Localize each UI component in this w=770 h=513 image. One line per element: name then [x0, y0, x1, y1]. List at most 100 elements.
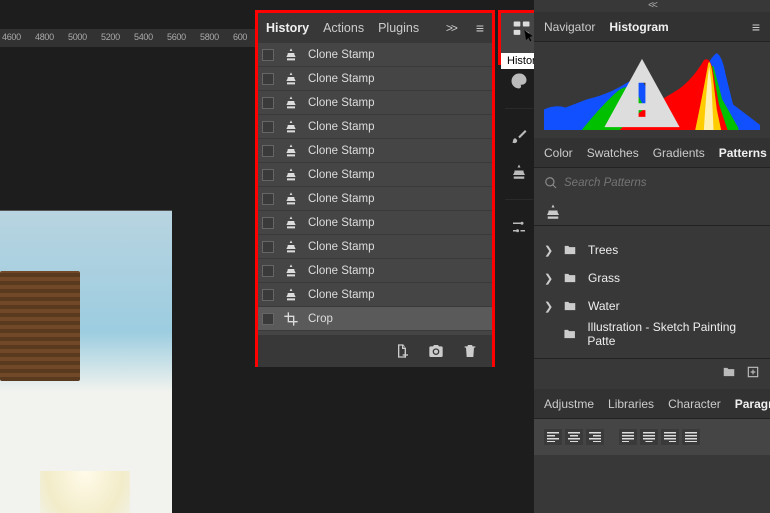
tab-actions[interactable]: Actions — [323, 21, 364, 35]
align-left-button[interactable] — [544, 429, 562, 445]
history-row[interactable]: Clone Stamp — [258, 283, 492, 307]
adjustments-panel-icon[interactable] — [510, 218, 528, 236]
tab-patterns[interactable]: Patterns — [719, 146, 767, 160]
pattern-group-item[interactable]: ❯Illustration - Sketch Painting Patte — [544, 320, 760, 348]
history-row[interactable]: Clone Stamp — [258, 235, 492, 259]
history-row-label: Clone Stamp — [308, 121, 374, 133]
pattern-search-input[interactable] — [564, 177, 760, 189]
cached-data-warning-icon[interactable] — [524, 52, 760, 134]
tab-gradients[interactable]: Gradients — [653, 146, 705, 160]
history-checkbox[interactable] — [262, 313, 274, 325]
delete-icon[interactable] — [462, 343, 478, 359]
clone-stamp-icon — [282, 214, 300, 232]
clone-stamp-icon — [282, 70, 300, 88]
ruler-mark: 4600 — [2, 32, 21, 42]
ruler-mark: 5000 — [68, 32, 87, 42]
justify-last-right-button[interactable] — [661, 429, 679, 445]
history-checkbox[interactable] — [262, 121, 274, 133]
justify-all-button[interactable] — [682, 429, 700, 445]
pattern-stamp-icon[interactable] — [544, 203, 562, 221]
crop-icon — [282, 310, 300, 328]
chevron-right-icon: ❯ — [544, 272, 552, 285]
history-row[interactable]: Clone Stamp — [258, 187, 492, 211]
history-panel-icon[interactable] — [512, 19, 532, 39]
history-row[interactable]: Clone Stamp — [258, 115, 492, 139]
more-tabs-icon[interactable]: >> — [446, 21, 456, 35]
pattern-group-item[interactable]: ❯Trees — [544, 236, 760, 264]
ruler: 4600 4800 5000 5200 5400 5600 5800 600 — [0, 29, 255, 47]
align-center-button[interactable] — [565, 429, 583, 445]
history-checkbox[interactable] — [262, 145, 274, 157]
history-row[interactable]: Clone Stamp — [258, 163, 492, 187]
new-group-icon[interactable] — [722, 365, 736, 379]
history-row[interactable]: Clone Stamp — [258, 67, 492, 91]
histogram-display — [534, 42, 770, 138]
tab-character[interactable]: Character — [668, 397, 721, 411]
history-list[interactable]: Clone StampClone StampClone StampClone S… — [258, 43, 492, 335]
history-row[interactable]: Clone Stamp — [258, 43, 492, 67]
tab-swatches[interactable]: Swatches — [587, 146, 639, 160]
ruler-mark: 5800 — [200, 32, 219, 42]
history-footer — [258, 335, 492, 367]
history-checkbox[interactable] — [262, 97, 274, 109]
bottom-tabs: Adjustme Libraries Character Paragraph — [534, 389, 770, 419]
new-document-from-state-icon[interactable] — [394, 343, 410, 359]
tab-libraries[interactable]: Libraries — [608, 397, 654, 411]
pattern-groups-list: ❯Trees❯Grass❯Water❯Illustration - Sketch… — [534, 226, 770, 358]
clone-stamp-icon — [282, 142, 300, 160]
document-canvas[interactable] — [0, 210, 172, 513]
history-checkbox[interactable] — [262, 193, 274, 205]
justify-last-center-button[interactable] — [640, 429, 658, 445]
ruler-mark: 5400 — [134, 32, 153, 42]
color-swatches-tabs: Color Swatches Gradients Patterns — [534, 138, 770, 168]
panel-menu-icon[interactable]: ≡ — [476, 20, 484, 36]
history-row-label: Clone Stamp — [308, 265, 374, 277]
history-checkbox[interactable] — [262, 217, 274, 229]
pattern-search-row — [534, 168, 770, 198]
tab-histogram[interactable]: Histogram — [609, 20, 668, 34]
history-row[interactable]: Clone Stamp — [258, 91, 492, 115]
history-row-label: Clone Stamp — [308, 73, 374, 85]
collapse-arrows-icon[interactable]: << — [534, 0, 770, 12]
tab-color[interactable]: Color — [544, 146, 573, 160]
pattern-group-item[interactable]: ❯Water — [544, 292, 760, 320]
navigator-histogram-tabs: Navigator Histogram ≡ — [534, 12, 770, 42]
ruler-mark: 600 — [233, 32, 247, 42]
clone-stamp-icon — [282, 262, 300, 280]
tab-adjustments[interactable]: Adjustme — [544, 397, 594, 411]
clone-stamp-icon — [282, 118, 300, 136]
justify-last-left-button[interactable] — [619, 429, 637, 445]
history-checkbox[interactable] — [262, 289, 274, 301]
search-icon — [544, 176, 558, 190]
clone-stamp-icon — [282, 238, 300, 256]
history-checkbox[interactable] — [262, 265, 274, 277]
history-row[interactable]: Clone Stamp — [258, 211, 492, 235]
tab-plugins[interactable]: Plugins — [378, 21, 419, 35]
history-row-label: Clone Stamp — [308, 241, 374, 253]
tab-history[interactable]: History — [266, 21, 309, 35]
history-row[interactable]: Clone Stamp — [258, 259, 492, 283]
panel-menu-icon[interactable]: ≡ — [752, 19, 760, 35]
clone-source-panel-icon[interactable] — [510, 163, 528, 181]
history-row[interactable]: Crop — [258, 307, 492, 331]
new-pattern-icon[interactable] — [746, 365, 760, 379]
clone-stamp-icon — [282, 46, 300, 64]
history-checkbox[interactable] — [262, 49, 274, 61]
tab-paragraph[interactable]: Paragraph — [735, 397, 770, 411]
clone-stamp-icon — [282, 190, 300, 208]
history-checkbox[interactable] — [262, 169, 274, 181]
chevron-right-icon: ❯ — [544, 244, 552, 257]
history-panel: History Actions Plugins >> ≡ Clone Stamp… — [255, 10, 495, 367]
history-row-label: Clone Stamp — [308, 97, 374, 109]
history-checkbox[interactable] — [262, 241, 274, 253]
clone-stamp-icon — [282, 286, 300, 304]
snapshot-icon[interactable] — [428, 343, 444, 359]
history-checkbox[interactable] — [262, 73, 274, 85]
pattern-group-label: Water — [588, 299, 620, 313]
tab-navigator[interactable]: Navigator — [544, 20, 595, 34]
history-row-label: Crop — [308, 313, 333, 325]
patterns-footer — [534, 358, 770, 385]
history-row[interactable]: Clone Stamp — [258, 139, 492, 163]
pattern-group-item[interactable]: ❯Grass — [544, 264, 760, 292]
align-right-button[interactable] — [586, 429, 604, 445]
